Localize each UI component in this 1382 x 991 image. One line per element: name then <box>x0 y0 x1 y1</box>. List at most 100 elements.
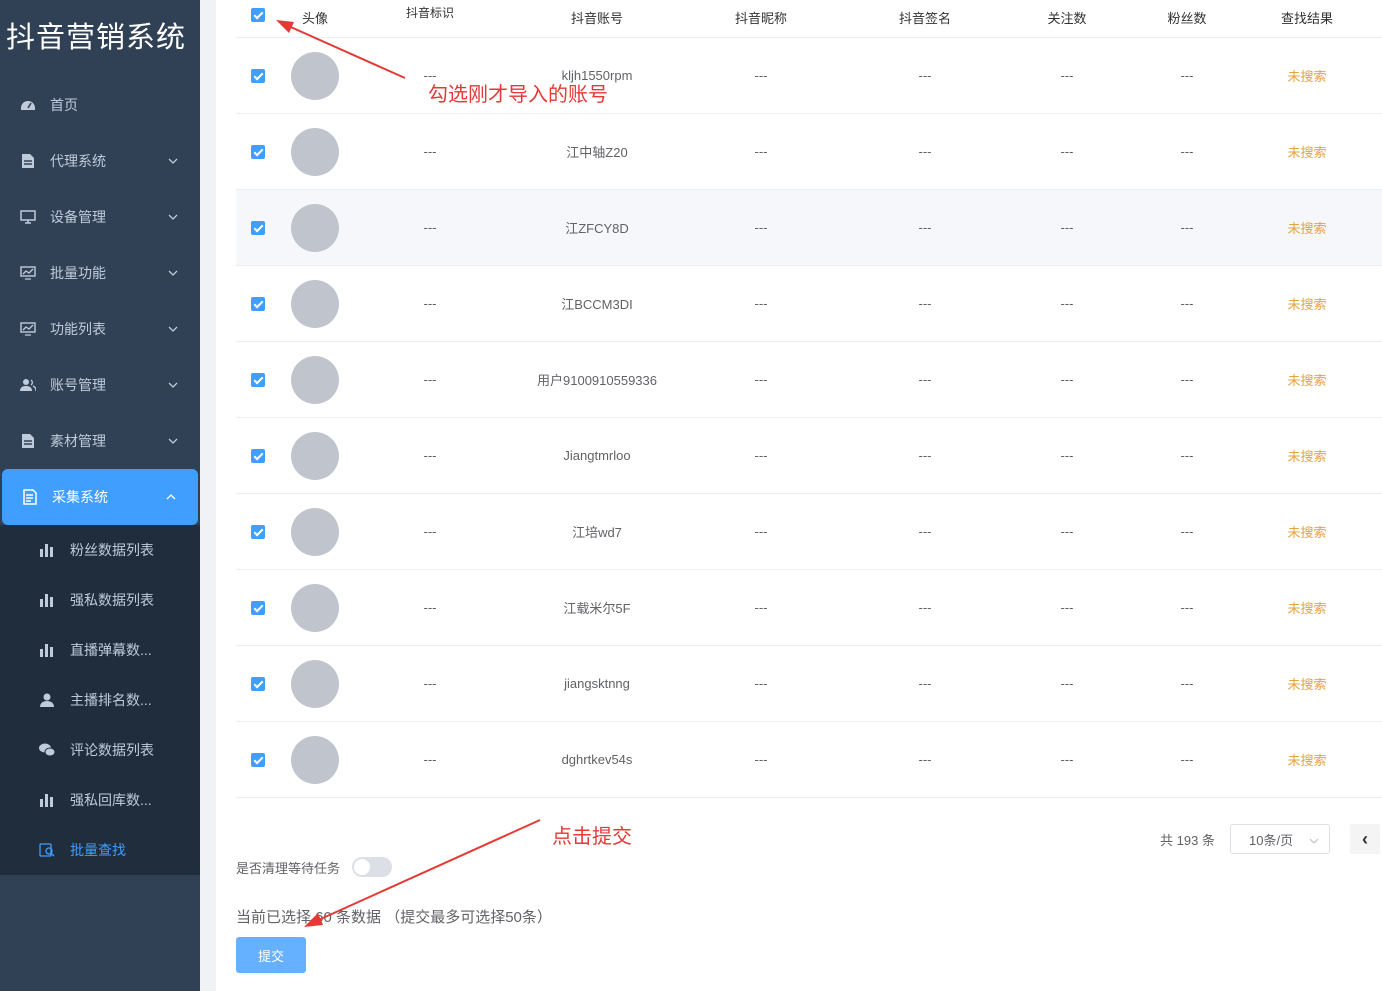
row-checkbox-cell[interactable] <box>236 722 280 797</box>
header-avatar: 头像 <box>301 11 328 26</box>
row-follows: --- <box>1060 220 1074 235</box>
sidebar-subitem-batch-search[interactable]: 批量查找 <box>0 825 200 875</box>
prev-page-button[interactable]: ‹ <box>1350 824 1380 854</box>
row-checkbox[interactable] <box>251 448 265 463</box>
row-checkbox[interactable] <box>251 524 265 539</box>
sidebar-item-collection-system[interactable]: 采集系统 <box>2 469 198 525</box>
row-nickname: --- <box>754 220 768 235</box>
table-row[interactable]: --- 用户9100910559336 --- --- --- --- 未搜索 <box>236 342 1382 418</box>
table-row[interactable]: --- dghrtkev54s --- --- --- --- 未搜索 <box>236 722 1382 798</box>
sidebar-item-device-management[interactable]: 设备管理 <box>0 189 200 245</box>
table-row[interactable]: --- 江ZFCY8D --- --- --- --- 未搜索 <box>236 190 1382 266</box>
row-result: 未搜索 <box>1287 601 1327 616</box>
sidebar-subitem-label: 强私数据列表 <box>70 592 154 608</box>
sidebar-subitem-label: 直播弹幕数... <box>70 642 152 658</box>
row-checkbox[interactable] <box>251 676 265 691</box>
row-avatar-cell <box>280 646 350 721</box>
row-follows: --- <box>1060 524 1074 539</box>
table-row[interactable]: --- 江BCCM3DI --- --- --- --- 未搜索 <box>236 266 1382 342</box>
row-checkbox-cell[interactable] <box>236 418 280 493</box>
row-nickname: --- <box>754 144 768 159</box>
row-checkbox[interactable] <box>251 296 265 311</box>
row-signature: --- <box>918 220 932 235</box>
row-checkbox[interactable] <box>251 144 265 159</box>
row-checkbox-cell[interactable] <box>236 190 280 265</box>
sidebar-subitem-comment-data[interactable]: 评论数据列表 <box>0 725 200 775</box>
row-avatar-cell <box>280 38 350 113</box>
page-size-select[interactable]: 10条/页 <box>1230 824 1330 854</box>
table-row[interactable]: --- kljh1550rpm --- --- --- --- 未搜索 <box>236 38 1382 114</box>
row-checkbox[interactable] <box>251 372 265 387</box>
sidebar-subitem-anchor-ranking[interactable]: 主播排名数... <box>0 675 200 725</box>
app-title: 抖音营销系统 <box>6 20 187 54</box>
chevron-down-icon <box>168 380 178 390</box>
row-follows: --- <box>1060 600 1074 615</box>
sidebar-item-home[interactable]: 首页 <box>0 77 200 133</box>
row-checkbox-cell[interactable] <box>236 570 280 645</box>
row-checkbox-cell[interactable] <box>236 266 280 341</box>
row-checkbox[interactable] <box>251 68 265 83</box>
row-douyin-mark: --- <box>423 448 437 463</box>
sidebar-subitem-fans-data[interactable]: 粉丝数据列表 <box>0 525 200 575</box>
collect-icon <box>22 489 38 505</box>
row-douyin-account: jiangsktnng <box>564 676 630 691</box>
sidebar-subitem-live-danmaku[interactable]: 直播弹幕数... <box>0 625 200 675</box>
document-icon <box>20 153 36 169</box>
sidebar-item-batch-functions[interactable]: 批量功能 <box>0 245 200 301</box>
row-douyin-account: 江培wd7 <box>572 525 622 540</box>
row-signature: --- <box>918 752 932 767</box>
row-checkbox[interactable] <box>251 752 265 767</box>
avatar <box>291 355 339 404</box>
submit-button[interactable]: 提交 <box>236 937 306 973</box>
sidebar-subitem-private-return[interactable]: 强私回库数... <box>0 775 200 825</box>
sidebar-item-label: 批量功能 <box>50 265 106 281</box>
sidebar-item-account-management[interactable]: 账号管理 <box>0 357 200 413</box>
row-checkbox-cell[interactable] <box>236 646 280 721</box>
row-checkbox[interactable] <box>251 600 265 615</box>
row-signature: --- <box>918 296 932 311</box>
row-follows: --- <box>1060 144 1074 159</box>
header-douyin-mark: 抖音标识 <box>405 6 454 20</box>
row-fans: --- <box>1180 144 1194 159</box>
table-row[interactable]: --- Jiangtmrloo --- --- --- --- 未搜索 <box>236 418 1382 494</box>
row-checkbox-cell[interactable] <box>236 494 280 569</box>
row-douyin-account: 江载米尔5F <box>563 601 631 616</box>
row-douyin-mark: --- <box>423 220 437 235</box>
row-checkbox-cell[interactable] <box>236 114 280 189</box>
row-douyin-mark: --- <box>423 372 437 387</box>
row-result: 未搜索 <box>1287 525 1327 540</box>
sidebar-item-function-list[interactable]: 功能列表 <box>0 301 200 357</box>
row-avatar-cell <box>280 494 350 569</box>
chevron-down-icon <box>168 268 178 278</box>
chevron-left-icon: ‹ <box>1362 828 1368 849</box>
row-nickname: --- <box>754 448 768 463</box>
table-row[interactable]: --- jiangsktnng --- --- --- --- 未搜索 <box>236 646 1382 722</box>
row-checkbox-cell[interactable] <box>236 342 280 417</box>
search-doc-icon <box>39 842 55 858</box>
sidebar-item-agent-system[interactable]: 代理系统 <box>0 133 200 189</box>
row-signature: --- <box>918 676 932 691</box>
sidebar-item-material-management[interactable]: 素材管理 <box>0 413 200 469</box>
table-row[interactable]: --- 江培wd7 --- --- --- --- 未搜索 <box>236 494 1382 570</box>
row-follows: --- <box>1060 752 1074 767</box>
pagination-total: 共 193 条 <box>1160 832 1215 848</box>
clear-waiting-switch[interactable] <box>352 857 393 877</box>
header-select-all[interactable] <box>236 0 280 37</box>
screen-chart-icon <box>20 265 36 281</box>
row-checkbox[interactable] <box>251 220 265 235</box>
avatar <box>291 659 339 708</box>
select-all-checkbox[interactable] <box>251 8 265 22</box>
annotation-submit-hint: 点击提交 <box>552 824 632 848</box>
avatar <box>291 127 339 176</box>
table-row[interactable]: --- 江中轴Z20 --- --- --- --- 未搜索 <box>236 114 1382 190</box>
sidebar-subitem-label: 粉丝数据列表 <box>70 542 154 558</box>
row-nickname: --- <box>754 372 768 387</box>
sidebar-subitem-label: 主播排名数... <box>70 692 152 708</box>
sidebar-subitem-private-data[interactable]: 强私数据列表 <box>0 575 200 625</box>
user-icon <box>39 692 55 708</box>
row-signature: --- <box>918 448 932 463</box>
sidebar-item-label: 采集系统 <box>52 489 108 505</box>
row-checkbox-cell[interactable] <box>236 38 280 113</box>
row-signature: --- <box>918 372 932 387</box>
table-row[interactable]: --- 江载米尔5F --- --- --- --- 未搜索 <box>236 570 1382 646</box>
